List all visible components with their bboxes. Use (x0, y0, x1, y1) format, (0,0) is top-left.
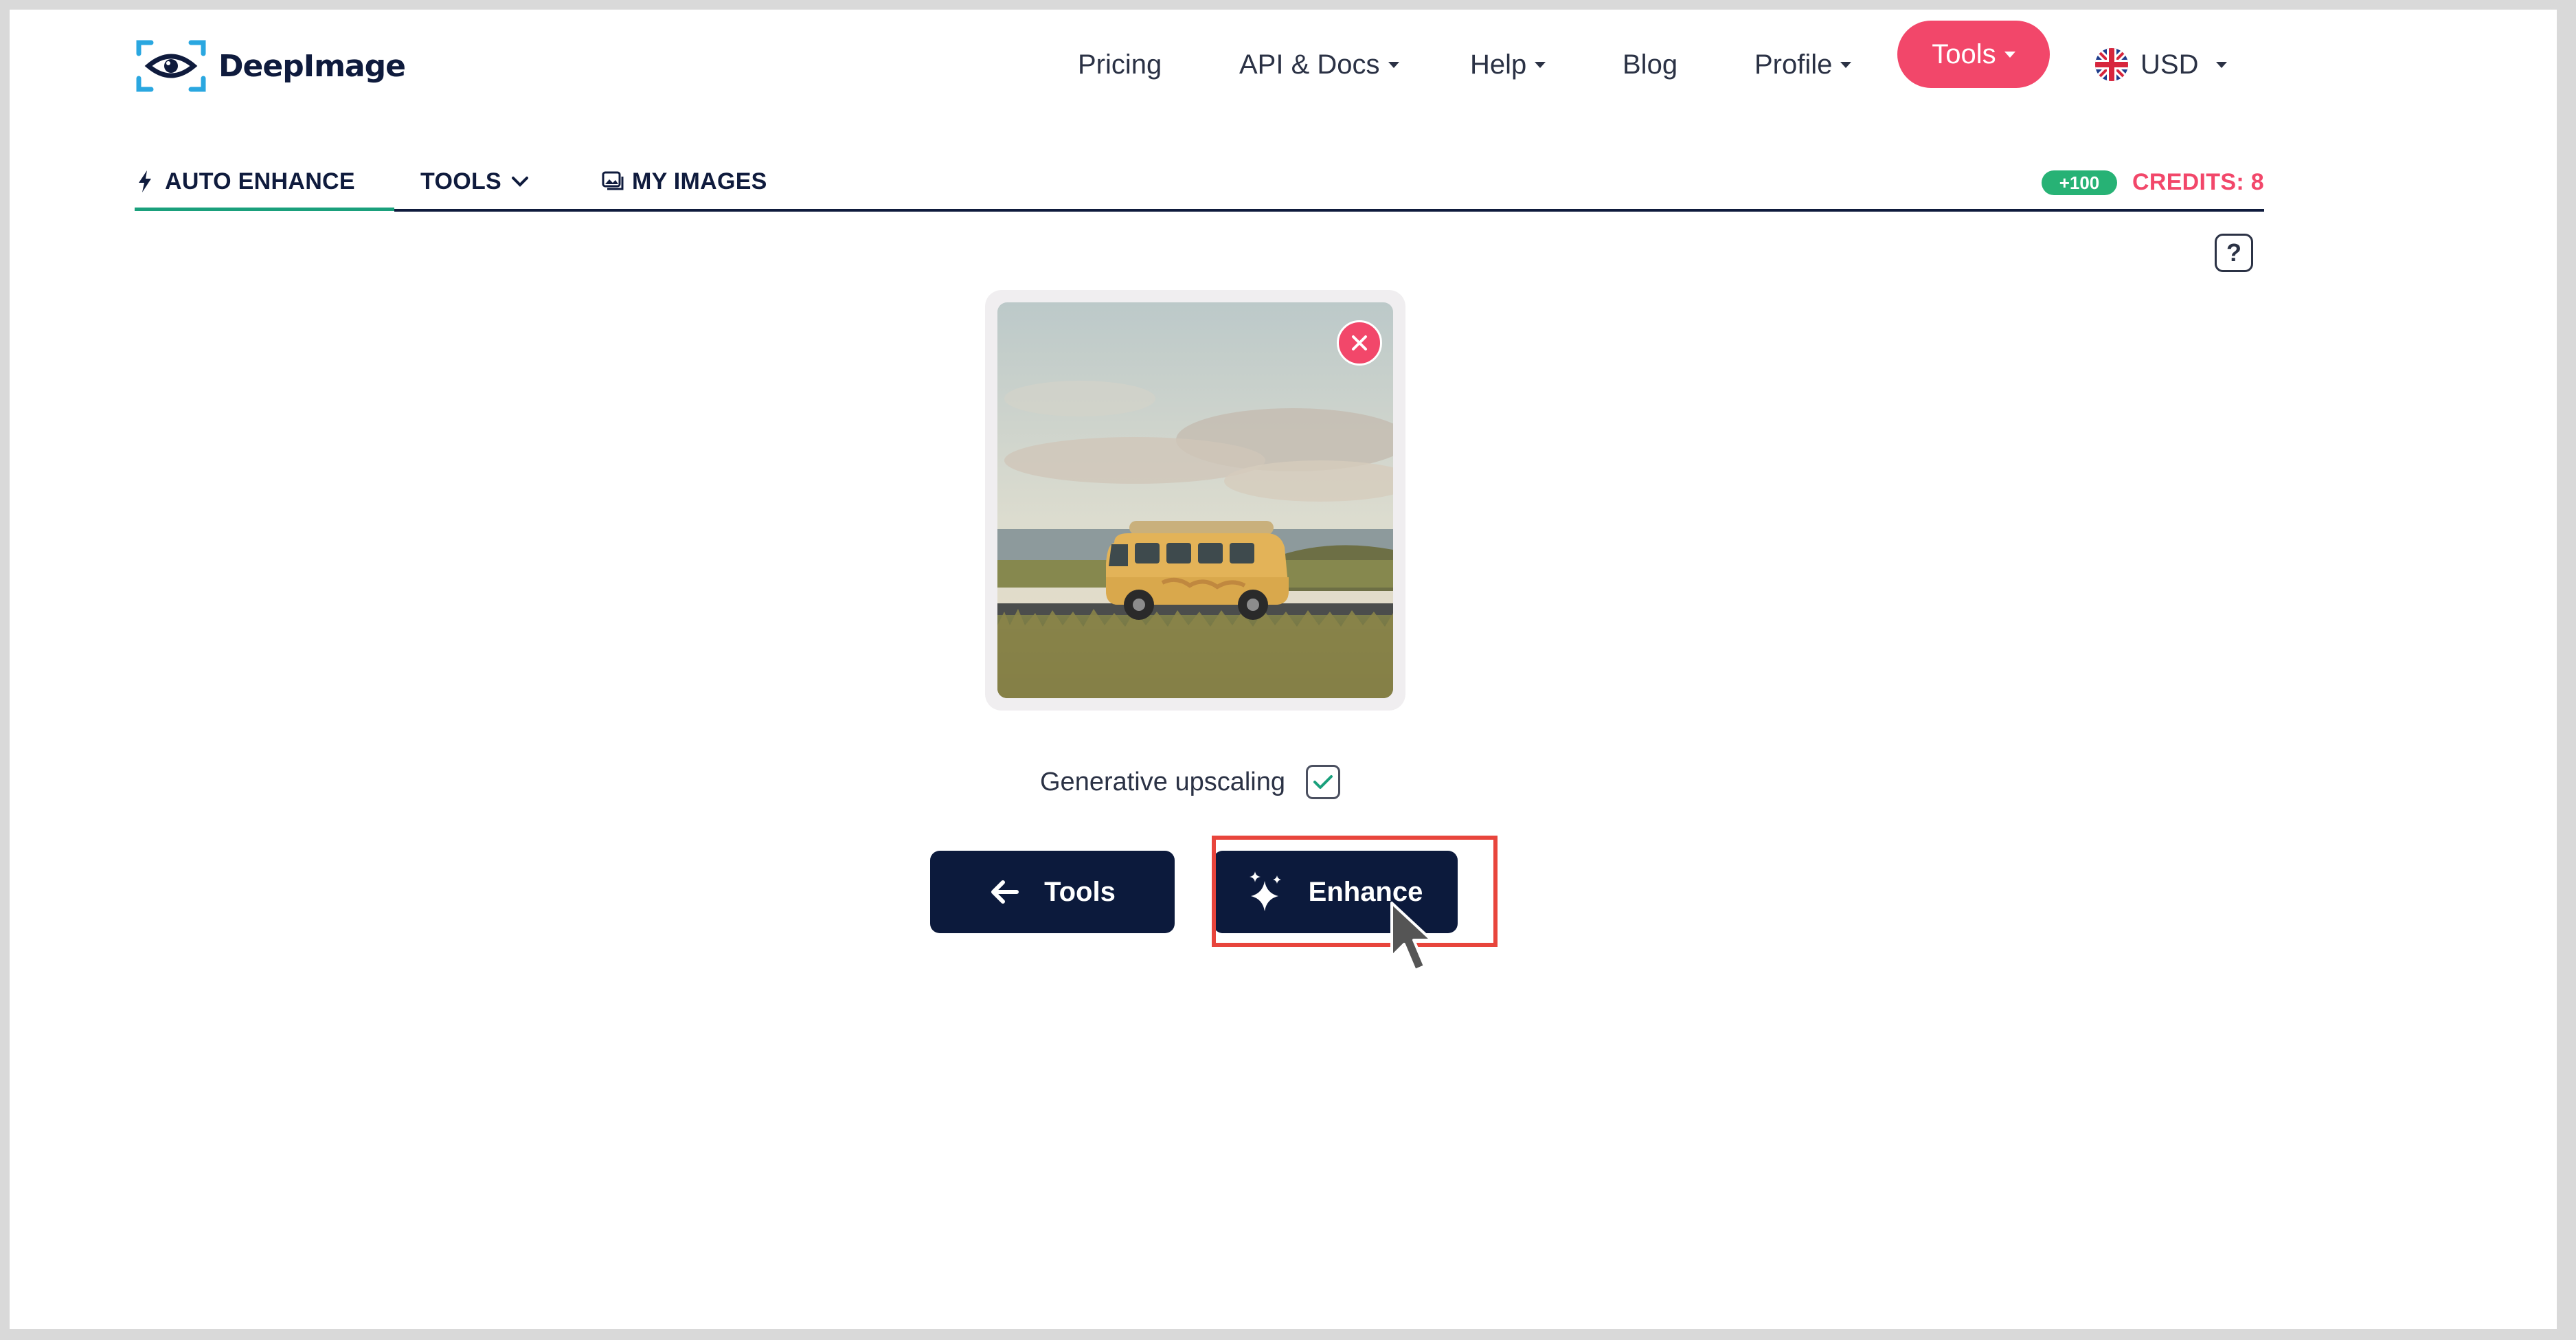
nav-help[interactable]: Help (1470, 45, 1546, 84)
generative-upscaling-label: Generative upscaling (1040, 767, 1285, 796)
page: DeepImage Pricing API & Docs Help Blog P… (10, 10, 2557, 1329)
credits-bonus-badge[interactable]: +100 (2042, 170, 2117, 195)
nav-blog[interactable]: Blog (1623, 45, 1677, 84)
caret-down-icon (2004, 51, 2015, 58)
arrow-left-icon (991, 880, 1019, 904)
nav-api-docs[interactable]: API & Docs (1239, 45, 1399, 84)
images-icon (602, 171, 624, 190)
nav-pricing[interactable]: Pricing (1078, 45, 1162, 84)
logo[interactable]: DeepImage (135, 38, 406, 93)
tab-auto-enhance-label: AUTO ENHANCE (165, 168, 355, 194)
lightning-icon (139, 170, 151, 192)
uploaded-image-preview (997, 302, 1393, 698)
tab-divider (394, 209, 2264, 212)
check-icon (1313, 775, 1333, 789)
nav-api-docs-label: API & Docs (1239, 49, 1380, 80)
nav-help-label: Help (1470, 49, 1527, 80)
mouse-cursor-icon (1390, 902, 1433, 972)
tab-my-images-label: MY IMAGES (632, 168, 767, 194)
tab-tools[interactable]: TOOLS (420, 166, 529, 197)
close-icon (1352, 335, 1367, 350)
tab-auto-enhance[interactable]: AUTO ENHANCE (137, 166, 355, 197)
tab-my-images[interactable]: MY IMAGES (602, 166, 767, 197)
back-button-label: Tools (1044, 876, 1116, 907)
tab-tools-label: TOOLS (420, 168, 501, 194)
credits-counter: CREDITS: 8 (2132, 169, 2264, 195)
currency-selector[interactable]: USD (2095, 45, 2228, 84)
eye-logo-icon (136, 40, 206, 92)
active-tab-indicator (135, 208, 394, 211)
chevron-down-icon (512, 177, 528, 187)
currency-label: USD (2140, 49, 2199, 80)
help-button[interactable]: ? (2215, 234, 2253, 272)
credits-bonus-label: +100 (2059, 172, 2100, 193)
generative-upscaling-option: Generative upscaling (1040, 763, 1340, 801)
nav-profile[interactable]: Profile (1754, 45, 1852, 84)
van-photo (997, 302, 1393, 698)
nav-profile-label: Profile (1754, 49, 1833, 80)
caret-down-icon (1840, 61, 1852, 68)
caret-down-icon (1388, 61, 1399, 68)
nav-blog-label: Blog (1623, 49, 1678, 80)
back-to-tools-button[interactable]: Tools (930, 851, 1175, 933)
nav-tools-label: Tools (1932, 38, 1996, 69)
help-label: ? (2226, 238, 2241, 267)
enhance-highlight-box (1212, 836, 1498, 947)
remove-image-button[interactable] (1337, 320, 1382, 366)
brand-name: DeepImage (218, 48, 406, 84)
caret-down-icon (1535, 61, 1546, 68)
caret-down-icon (2216, 61, 2228, 68)
generative-upscaling-checkbox[interactable] (1306, 765, 1340, 799)
uk-flag-icon (2095, 48, 2128, 81)
nav-pricing-label: Pricing (1078, 49, 1162, 80)
nav-tools-button[interactable]: Tools (1897, 21, 2050, 88)
uploaded-image-card (985, 290, 1405, 711)
